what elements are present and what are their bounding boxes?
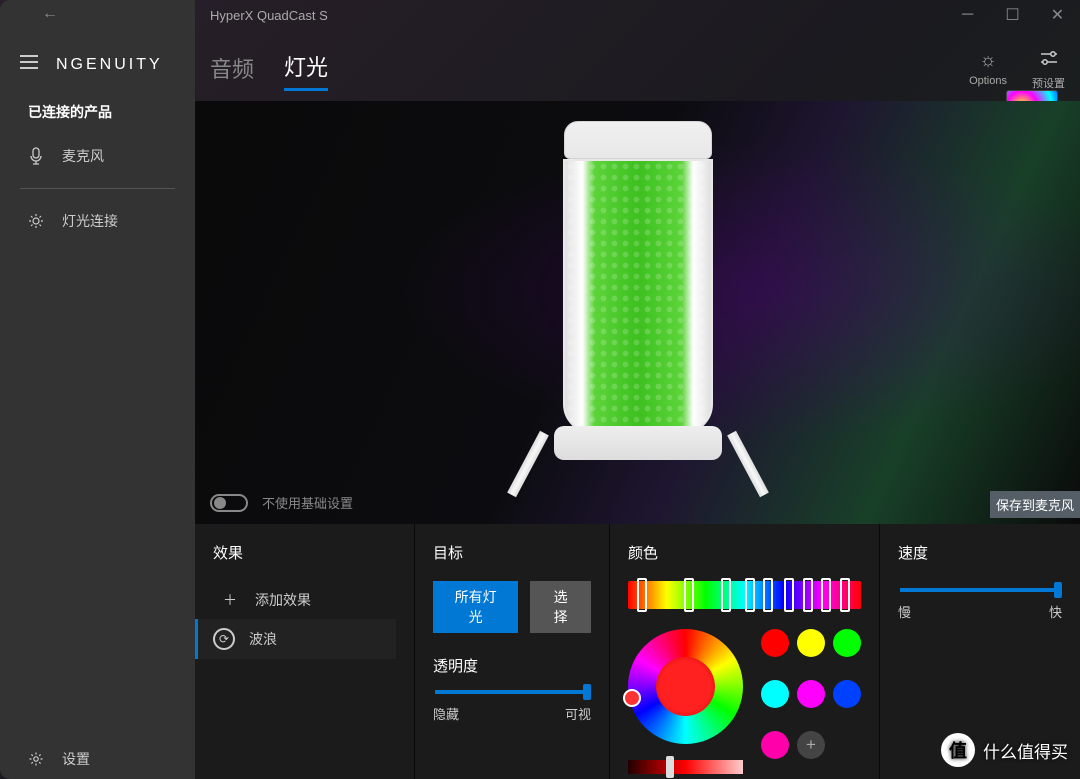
tab-audio[interactable]: 音频 bbox=[210, 52, 254, 90]
presets-button[interactable]: 预设置 bbox=[1032, 50, 1065, 91]
hamburger-icon[interactable] bbox=[20, 55, 38, 74]
toggle-label: 不使用基础设置 bbox=[262, 493, 353, 512]
hue-bar[interactable] bbox=[628, 581, 861, 609]
opacity-max-label: 可视 bbox=[565, 704, 591, 723]
window-titlebar: ─ ☐ ✕ bbox=[0, 0, 1080, 30]
sidebar-item-label: 设置 bbox=[62, 749, 90, 769]
target-section: 目标 所有灯光 选择 透明度 隐藏 可视 bbox=[415, 524, 610, 779]
minimize-button[interactable]: ─ bbox=[945, 0, 990, 30]
hue-marker[interactable] bbox=[840, 578, 850, 612]
device-preview: 不使用基础设置 保存到麦克风 bbox=[195, 101, 1080, 524]
sidebar-item-microphone[interactable]: 麦克风 bbox=[0, 136, 195, 176]
sidebar-item-label: 灯光连接 bbox=[62, 211, 118, 231]
app-logo: NGENUITY bbox=[56, 56, 163, 74]
section-title: 速度 bbox=[898, 542, 1062, 563]
hue-marker[interactable] bbox=[784, 578, 794, 612]
close-button[interactable]: ✕ bbox=[1035, 0, 1080, 30]
hue-marker[interactable] bbox=[803, 578, 813, 612]
add-effect-button[interactable]: ＋ 添加效果 bbox=[213, 581, 396, 619]
color-swatch[interactable] bbox=[761, 680, 789, 708]
color-swatch[interactable] bbox=[833, 680, 861, 708]
watermark: 值 什么值得买 bbox=[941, 733, 1068, 767]
save-to-mic-button[interactable]: 保存到麦克风 bbox=[990, 491, 1080, 518]
main-area: HyperX QuadCast S 音频 灯光 ☼ Options 预设置 bbox=[195, 0, 1080, 779]
hue-marker[interactable] bbox=[684, 578, 694, 612]
color-swatch[interactable] bbox=[761, 731, 789, 759]
sidebar: NGENUITY 已连接的产品 麦克风 灯光连接 设置 bbox=[0, 0, 195, 779]
color-wheel-handle[interactable] bbox=[623, 689, 641, 707]
options-label: Options bbox=[969, 75, 1007, 87]
speed-slider[interactable] bbox=[900, 588, 1060, 592]
effects-section: 效果 ＋ 添加效果 ⟳ 波浪 bbox=[195, 524, 415, 779]
section-title: 颜色 bbox=[628, 542, 861, 563]
microphone-render bbox=[528, 121, 748, 484]
add-effect-label: 添加效果 bbox=[255, 590, 311, 610]
sidebar-item-light-link[interactable]: 灯光连接 bbox=[0, 201, 195, 241]
color-swatch[interactable] bbox=[797, 680, 825, 708]
sidebar-item-label: 麦克风 bbox=[62, 146, 104, 166]
color-swatch[interactable] bbox=[797, 629, 825, 657]
hue-marker[interactable] bbox=[745, 578, 755, 612]
section-title: 效果 bbox=[213, 542, 396, 563]
effect-item-wave[interactable]: ⟳ 波浪 bbox=[195, 619, 396, 659]
opacity-min-label: 隐藏 bbox=[433, 704, 459, 723]
watermark-text: 什么值得买 bbox=[983, 738, 1068, 763]
color-swatch[interactable] bbox=[833, 629, 861, 657]
speed-min-label: 慢 bbox=[898, 602, 911, 621]
color-swatch[interactable] bbox=[761, 629, 789, 657]
select-lights-button[interactable]: 选择 bbox=[530, 581, 591, 633]
opacity-slider[interactable] bbox=[435, 690, 589, 694]
base-settings-toggle[interactable] bbox=[210, 494, 248, 512]
effect-label: 波浪 bbox=[249, 629, 277, 649]
brightness-slider[interactable] bbox=[628, 760, 743, 774]
plus-icon: ＋ bbox=[219, 590, 241, 610]
sliders-icon bbox=[1039, 50, 1059, 72]
sidebar-section-title: 已连接的产品 bbox=[0, 94, 195, 136]
hue-marker[interactable] bbox=[821, 578, 831, 612]
maximize-button[interactable]: ☐ bbox=[990, 0, 1035, 30]
options-button[interactable]: ☼ Options bbox=[969, 50, 1007, 91]
all-lights-button[interactable]: 所有灯光 bbox=[433, 581, 518, 633]
sidebar-item-settings[interactable]: 设置 bbox=[0, 739, 195, 779]
wave-icon: ⟳ bbox=[213, 628, 235, 650]
speed-max-label: 快 bbox=[1049, 602, 1062, 621]
mic-icon bbox=[28, 147, 44, 165]
opacity-title: 透明度 bbox=[433, 655, 591, 676]
color-section: 颜色 + bbox=[610, 524, 880, 779]
watermark-badge: 值 bbox=[941, 733, 975, 767]
tab-light[interactable]: 灯光 bbox=[284, 50, 328, 91]
presets-label: 预设置 bbox=[1032, 75, 1065, 91]
color-wheel[interactable] bbox=[628, 629, 743, 744]
hue-marker[interactable] bbox=[637, 578, 647, 612]
color-swatches: + bbox=[761, 629, 861, 774]
brightness-icon: ☼ bbox=[979, 50, 996, 72]
hue-marker[interactable] bbox=[721, 578, 731, 612]
gear-icon bbox=[28, 751, 44, 767]
light-icon bbox=[28, 213, 44, 229]
add-swatch-button[interactable]: + bbox=[797, 731, 825, 759]
hue-marker[interactable] bbox=[763, 578, 773, 612]
section-title: 目标 bbox=[433, 542, 591, 563]
divider bbox=[20, 188, 175, 189]
tab-row: 音频 灯光 ☼ Options 预设置 bbox=[195, 30, 1080, 101]
